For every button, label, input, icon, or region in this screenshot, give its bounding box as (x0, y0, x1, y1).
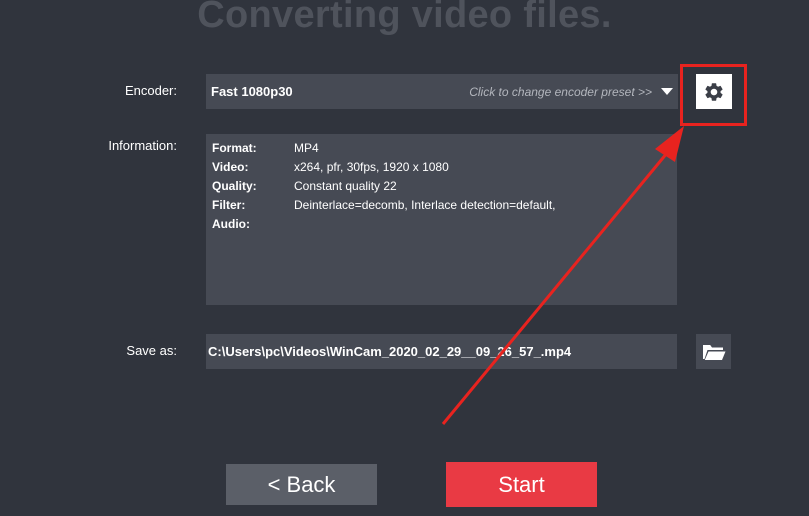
settings-highlight-annotation (680, 64, 747, 126)
info-value: x264, pfr, 30fps, 1920 x 1080 (294, 160, 449, 174)
save-path-field[interactable]: C:\Users\pc\Videos\WinCam_2020_02_29__09… (206, 334, 677, 369)
info-key: Format: (212, 141, 257, 155)
information-label: Information: (108, 138, 177, 153)
info-key: Filter: (212, 198, 246, 212)
encoder-value: Fast 1080p30 (211, 84, 293, 99)
info-key: Audio: (212, 217, 250, 231)
back-button[interactable]: < Back (226, 464, 377, 505)
encoder-hint: Click to change encoder preset >> (469, 85, 652, 99)
encoder-preset-select[interactable]: Fast 1080p30 Click to change encoder pre… (206, 74, 678, 109)
save-as-label: Save as: (126, 343, 177, 358)
save-path-value: C:\Users\pc\Videos\WinCam_2020_02_29__09… (208, 344, 572, 359)
info-value: Deinterlace=decomb, Interlace detection=… (294, 198, 556, 212)
information-panel: Format: MP4 Video: x264, pfr, 30fps, 192… (206, 134, 677, 305)
info-key: Quality: (212, 179, 257, 193)
info-value: Constant quality 22 (294, 179, 397, 193)
dropdown-arrow-icon[interactable] (661, 88, 673, 95)
info-key: Video: (212, 160, 249, 174)
encoder-label: Encoder: (124, 83, 177, 98)
folder-open-icon (702, 344, 725, 360)
info-value: MP4 (294, 141, 319, 155)
browse-folder-button[interactable] (696, 334, 731, 369)
page-title: Converting video files. (197, 0, 612, 36)
start-button[interactable]: Start (446, 462, 597, 507)
